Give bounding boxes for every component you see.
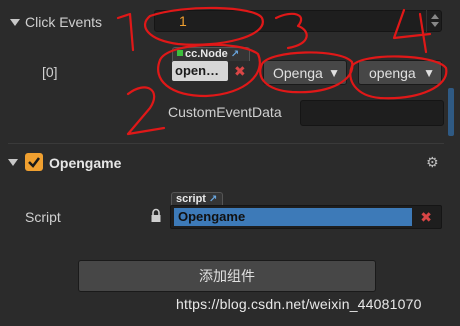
node-status-icon (177, 50, 183, 56)
target-node-value: open… (175, 63, 220, 78)
link-icon[interactable]: ↗ (231, 49, 239, 60)
script-tag: script ↗ (171, 192, 223, 206)
annotation-1 (116, 12, 135, 52)
component-name: Opengame (49, 155, 122, 171)
script-tag-label: script (176, 193, 206, 205)
lock-icon (150, 208, 162, 224)
divider (8, 143, 444, 144)
event-index-label: [0] (42, 64, 58, 80)
click-events-count-field[interactable]: 1 (154, 10, 442, 32)
click-events-title: Click Events (25, 14, 103, 30)
script-value: Opengame (178, 209, 246, 224)
remove-node-icon[interactable]: ✖ (234, 63, 246, 80)
watermark: https://blog.csdn.net/weixin_44081070 (176, 296, 422, 312)
handler-select[interactable]: openga ▼ (358, 60, 442, 85)
click-events-count-value: 1 (179, 13, 187, 29)
script-value-box: Opengame (174, 208, 412, 226)
chevron-down-icon: ▼ (328, 66, 340, 80)
remove-script-icon[interactable]: ✖ (420, 209, 432, 226)
add-component-label: 添加组件 (199, 268, 255, 284)
node-type-tag: cc.Node ↗ (172, 47, 250, 61)
collapse-arrow-icon[interactable] (8, 159, 18, 166)
handler-select-value: openga (369, 65, 416, 81)
checkmark-icon (28, 157, 40, 168)
node-type-label: cc.Node (185, 48, 228, 60)
collapse-arrow-icon[interactable] (10, 19, 20, 26)
custom-event-data-input[interactable] (300, 100, 444, 126)
gear-icon[interactable]: ⚙ (426, 154, 439, 171)
component-enabled-checkbox[interactable] (25, 153, 43, 171)
script-label: Script (25, 209, 61, 225)
link-icon[interactable]: ↗ (209, 194, 217, 205)
scrollbar[interactable] (448, 88, 454, 136)
custom-event-data-label: CustomEventData (168, 104, 282, 120)
add-component-button[interactable]: 添加组件 (78, 260, 376, 292)
chevron-down-icon: ▼ (423, 66, 435, 80)
scroll-indicator[interactable] (426, 10, 442, 32)
annotation-2 (126, 86, 166, 136)
script-field[interactable]: Opengame ✖ (170, 205, 442, 229)
target-node-field[interactable]: open… (172, 61, 228, 81)
component-select-value: Openga (273, 65, 323, 81)
component-select[interactable]: Openga ▼ (263, 60, 347, 85)
